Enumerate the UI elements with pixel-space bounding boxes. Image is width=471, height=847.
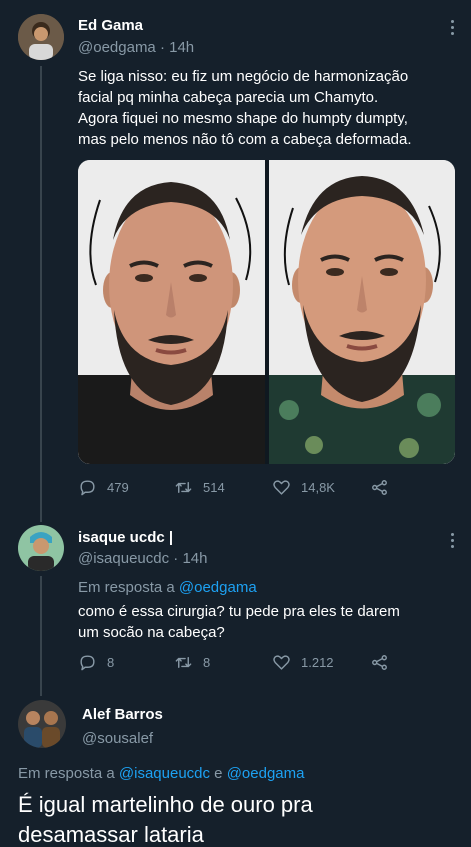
author-name[interactable]: isaque ucdc | <box>78 529 173 546</box>
retweet-button[interactable]: 514 <box>174 476 225 498</box>
tweet-photo[interactable] <box>78 160 455 464</box>
author-handle[interactable]: @sousalef <box>82 730 153 747</box>
tweet-isaque[interactable]: isaque ucdc | @isaqueucdc · 14h Em respo… <box>0 515 471 690</box>
reply-icon <box>80 479 95 495</box>
tweet-text-line: facial pq minha cabeça parecia um Chamyt… <box>78 89 379 106</box>
reply-join: e <box>210 765 227 782</box>
tweet-time[interactable]: · 14h <box>160 39 194 56</box>
reply-count: 479 <box>107 479 129 495</box>
like-count: 14,8K <box>301 479 335 495</box>
share-icon <box>372 479 387 495</box>
photo-after <box>268 160 455 464</box>
like-icon <box>273 654 290 670</box>
avatar[interactable] <box>18 14 64 60</box>
author-meta: @isaqueucdc · 14h <box>78 550 208 567</box>
tweet-text: Se liga nisso: eu fiz um negócio de harm… <box>78 66 458 150</box>
tweet-ed-gama[interactable]: Ed Gama @oedgama · 14h Se liga nisso: eu… <box>0 0 471 515</box>
tweet-actions: 479 514 14,8K <box>78 476 458 498</box>
share-button[interactable] <box>370 651 389 673</box>
tweet-text-line: Se liga nisso: eu fiz um negócio de harm… <box>78 68 409 85</box>
author-handle[interactable]: @oedgama <box>78 39 156 56</box>
author-name[interactable]: Ed Gama <box>78 17 143 34</box>
like-icon <box>273 479 290 495</box>
like-button[interactable]: 1.212 <box>272 651 334 673</box>
tweet-text-line: mas pelo menos não tô com a cabeça defor… <box>78 131 412 148</box>
like-count: 1.212 <box>301 654 334 670</box>
more-icon[interactable] <box>442 531 462 549</box>
author-name[interactable]: Alef Barros <box>82 706 163 723</box>
reply-to-link[interactable]: @isaqueucdc <box>119 765 210 782</box>
more-icon[interactable] <box>442 18 462 36</box>
tweet-text-line: como é essa cirurgia? tu pede pra eles t… <box>78 603 400 620</box>
reply-icon <box>80 654 95 670</box>
share-icon <box>372 654 387 670</box>
retweet-icon <box>175 481 192 493</box>
avatar-image <box>18 525 64 571</box>
reply-button[interactable]: 479 <box>78 476 129 498</box>
tweet-text-line: desamassar lataria <box>18 822 204 847</box>
tweet-actions: 8 8 1.212 <box>78 651 458 673</box>
reply-button[interactable]: 8 <box>78 651 114 673</box>
share-button[interactable] <box>370 476 389 498</box>
tweet-text-line: É igual martelinho de ouro pra <box>18 792 313 817</box>
retweet-button[interactable]: 8 <box>174 651 210 673</box>
author-meta: @oedgama · 14h <box>78 39 194 56</box>
retweet-count: 8 <box>203 654 211 670</box>
author-handle[interactable]: @isaqueucdc <box>78 550 169 567</box>
reply-prefix: Em resposta a <box>78 579 179 596</box>
like-button[interactable]: 14,8K <box>272 476 335 498</box>
face-after-image <box>268 160 455 464</box>
retweet-count: 514 <box>203 479 225 495</box>
reply-context: Em resposta a @oedgama <box>78 577 458 598</box>
avatar-image <box>18 14 64 60</box>
photo-before <box>78 160 265 464</box>
tweet-text-line: um socão na cabeça? <box>78 624 225 641</box>
reply-to-link[interactable]: @oedgama <box>227 765 305 782</box>
reply-prefix: Em resposta a <box>18 765 119 782</box>
reply-count: 8 <box>107 654 115 670</box>
tweet-text: É igual martelinho de ouro pra desamassa… <box>18 790 458 847</box>
tweet-text: como é essa cirurgia? tu pede pra eles t… <box>78 601 458 643</box>
tweet-time[interactable]: · 14h <box>173 550 207 567</box>
face-before-image <box>78 160 265 464</box>
tweet-alef-barros[interactable]: Alef Barros @sousalef Em resposta a @isa… <box>0 690 471 847</box>
tweet-text-line: Agora fiquei no mesmo shape do humpty du… <box>78 110 408 127</box>
avatar[interactable] <box>18 700 66 748</box>
reply-context: Em resposta a @isaqueucdc e @oedgama <box>18 763 458 784</box>
avatar[interactable] <box>18 525 64 571</box>
reply-to-link[interactable]: @oedgama <box>179 579 257 596</box>
retweet-icon <box>175 656 192 668</box>
avatar-image <box>18 700 66 748</box>
